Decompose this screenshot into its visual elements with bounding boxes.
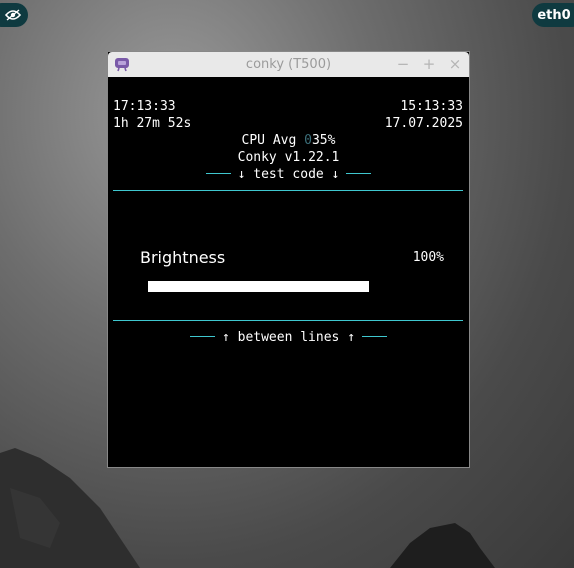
brightness-bar xyxy=(148,281,369,292)
between-lines-label: ↑ between lines ↑ xyxy=(221,330,356,345)
window-titlebar[interactable]: conky (T500) − + × xyxy=(108,52,469,77)
network-indicator[interactable]: eth0 xyxy=(532,3,574,27)
brightness-bar-fill xyxy=(148,281,369,292)
eye-icon xyxy=(5,9,21,21)
panel-left-pill[interactable] xyxy=(0,3,28,27)
brightness-percent: 100% xyxy=(412,250,444,265)
bottom-separator-line xyxy=(113,320,463,321)
uptime: 1h 27m 52s xyxy=(113,116,192,131)
cpu-average: CPU Avg 035% xyxy=(108,133,469,148)
utc-time: 15:13:33 xyxy=(400,99,463,114)
between-lines-footer: ↑ between lines ↑ xyxy=(108,330,469,345)
divider-left xyxy=(189,336,215,337)
local-time: 17:13:33 xyxy=(113,99,176,114)
cpu-leading-zero: 0 xyxy=(304,133,312,148)
window-title: conky (T500) xyxy=(245,57,332,72)
conky-version: Conky v1.22.1 xyxy=(237,150,340,165)
network-interface-label: eth0 xyxy=(537,7,571,23)
top-separator-line xyxy=(113,190,463,191)
minimize-button[interactable]: − xyxy=(395,55,411,73)
test-code-header: ↓ test code ↓ xyxy=(108,167,469,182)
brightness-label: Brightness xyxy=(140,248,226,267)
cpu-value: 35% xyxy=(311,133,336,148)
conky-window[interactable]: conky (T500) − + × 17:13:33 15:13:33 1h … xyxy=(108,52,469,467)
divider-right xyxy=(362,336,388,337)
maximize-button[interactable]: + xyxy=(421,55,437,73)
cpu-label: CPU Avg xyxy=(241,133,305,148)
test-code-label: ↓ test code ↓ xyxy=(237,167,340,182)
close-button[interactable]: × xyxy=(447,55,463,73)
date: 17.07.2025 xyxy=(384,116,463,131)
divider-right xyxy=(346,173,372,174)
divider-left xyxy=(205,173,231,174)
